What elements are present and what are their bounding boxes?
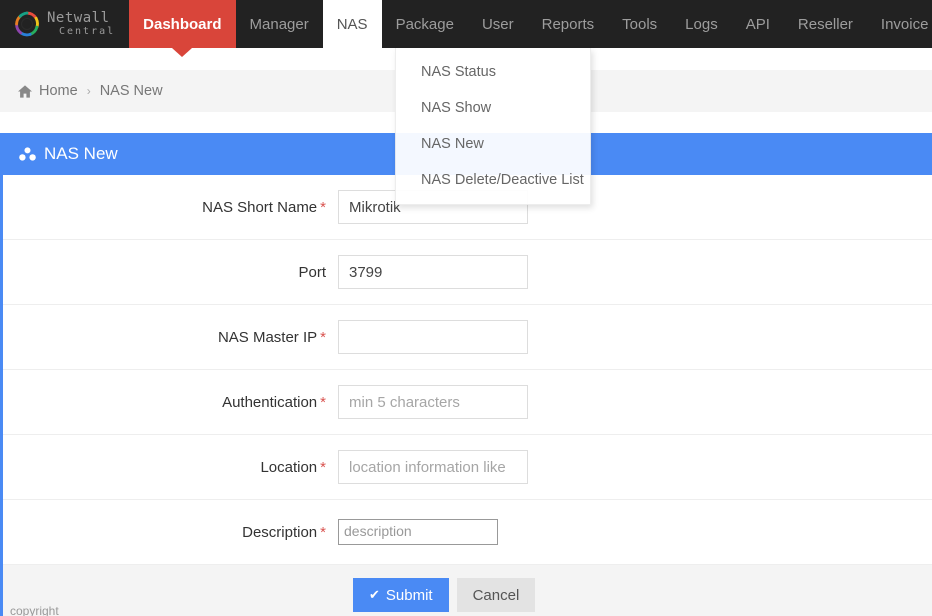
- port-input[interactable]: [338, 255, 528, 289]
- nav-item-label: API: [745, 15, 770, 33]
- nav-item-label: Invoice: [880, 15, 929, 33]
- breadcrumb-current: NAS New: [99, 83, 163, 99]
- footer-copyright: copyright: [10, 604, 59, 616]
- label-description: Description *: [3, 524, 338, 541]
- colorful-swirl-logo-icon: [15, 11, 39, 37]
- dropdown-item-label: NAS Status: [421, 64, 496, 80]
- nav-item-label: Reports: [541, 15, 595, 33]
- form-row-port: Port: [3, 240, 932, 305]
- submit-button[interactable]: ✔ Submit: [353, 578, 449, 612]
- required-marker: *: [320, 523, 326, 541]
- nav-item-nas[interactable]: NAS: [322, 0, 382, 48]
- home-icon: [18, 84, 32, 98]
- dropdown-item-nas-show[interactable]: NAS Show: [396, 90, 590, 126]
- cancel-button-label: Cancel: [472, 586, 520, 604]
- nas-master-ip-input[interactable]: [338, 320, 528, 354]
- top-navbar: Netwall Central Dashboard Manager NAS Pa…: [0, 0, 932, 57]
- nav-item-dashboard[interactable]: Dashboard: [129, 0, 236, 57]
- nav-item-invoice[interactable]: Invoice: [867, 0, 932, 48]
- brand-logo-area[interactable]: Netwall Central: [0, 0, 129, 48]
- brand-line-1: Netwall: [47, 10, 110, 26]
- nav-item-label: Reseller: [797, 15, 853, 33]
- nav-item-api[interactable]: API: [732, 0, 784, 48]
- dropdown-item-nas-delete-deactive-list[interactable]: NAS Delete/Deactive List: [396, 162, 590, 198]
- label-text: Authentication: [222, 393, 318, 411]
- nav-item-manager[interactable]: Manager: [236, 0, 323, 48]
- nav-item-package[interactable]: Package: [382, 0, 468, 48]
- breadcrumb-separator-icon: ›: [86, 84, 91, 98]
- nav-item-logs[interactable]: Logs: [671, 0, 732, 48]
- control-wrap: [338, 320, 920, 354]
- app-root: Netwall Central Dashboard Manager NAS Pa…: [0, 0, 932, 616]
- label-nas-master-ip: NAS Master IP *: [3, 329, 338, 346]
- location-input[interactable]: [338, 450, 528, 484]
- authentication-input[interactable]: [338, 385, 528, 419]
- required-marker: *: [320, 328, 326, 346]
- control-wrap: [338, 450, 920, 484]
- active-tab-caret-icon: [172, 48, 193, 57]
- dropdown-item-nas-status[interactable]: NAS Status: [396, 54, 590, 90]
- nav-item-reports[interactable]: Reports: [528, 0, 609, 48]
- form-row-nas-master-ip: NAS Master IP *: [3, 305, 932, 370]
- submit-button-label: Submit: [385, 586, 433, 604]
- label-port: Port: [3, 264, 338, 281]
- description-textarea[interactable]: [338, 519, 498, 545]
- panel-footer: ✔ Submit Cancel: [3, 565, 932, 616]
- brand-text: Netwall Central: [47, 11, 115, 37]
- nas-dropdown-menu: NAS Status NAS Show NAS New NAS Delete/D…: [395, 48, 591, 205]
- nav-item-label: Package: [395, 15, 454, 33]
- nav-item-user[interactable]: User: [468, 0, 528, 48]
- nav-item-label: User: [481, 15, 514, 33]
- nav-items: Dashboard Manager NAS Package User Repor…: [129, 0, 932, 57]
- label-text: Location: [260, 458, 318, 476]
- label-text: Description: [242, 523, 318, 541]
- dropdown-item-label: NAS New: [421, 136, 484, 152]
- form-row-authentication: Authentication *: [3, 370, 932, 435]
- form-row-location: Location *: [3, 435, 932, 500]
- nav-item-label: Logs: [685, 15, 718, 33]
- breadcrumb-home-link[interactable]: Home: [39, 83, 78, 99]
- nav-item-label: NAS: [336, 15, 368, 33]
- label-location: Location *: [3, 459, 338, 476]
- form-row-description: Description *: [3, 500, 932, 565]
- control-wrap: [338, 519, 920, 545]
- nav-item-label: Tools: [622, 15, 658, 33]
- nav-item-tools[interactable]: Tools: [608, 0, 671, 48]
- nas-new-panel: NAS New NAS Short Name* Port NAS Master …: [0, 133, 932, 616]
- dropdown-item-nas-new[interactable]: NAS New: [396, 126, 590, 162]
- control-wrap: [338, 385, 920, 419]
- dropdown-item-label: NAS Delete/Deactive List: [421, 172, 584, 188]
- nav-item-label: Manager: [249, 15, 309, 33]
- panel-title: NAS New: [44, 144, 118, 163]
- required-marker: *: [320, 458, 326, 476]
- nav-item-label: Dashboard: [143, 15, 222, 33]
- check-icon: ✔: [369, 587, 380, 602]
- dropdown-item-label: NAS Show: [421, 100, 492, 116]
- control-wrap: [338, 255, 920, 289]
- label-nas-short-name: NAS Short Name *: [3, 199, 338, 216]
- label-authentication: Authentication *: [3, 394, 338, 411]
- label-text: NAS Master IP: [217, 328, 318, 346]
- nav-item-reseller[interactable]: Reseller: [784, 0, 867, 48]
- cancel-button[interactable]: Cancel: [456, 578, 536, 612]
- required-marker: *: [320, 198, 326, 216]
- label-text: NAS Short Name: [202, 198, 318, 216]
- sitemap-icon: [19, 147, 36, 161]
- label-text: Port: [298, 263, 326, 281]
- required-marker: *: [320, 393, 326, 411]
- brand-line-2: Central: [59, 26, 116, 37]
